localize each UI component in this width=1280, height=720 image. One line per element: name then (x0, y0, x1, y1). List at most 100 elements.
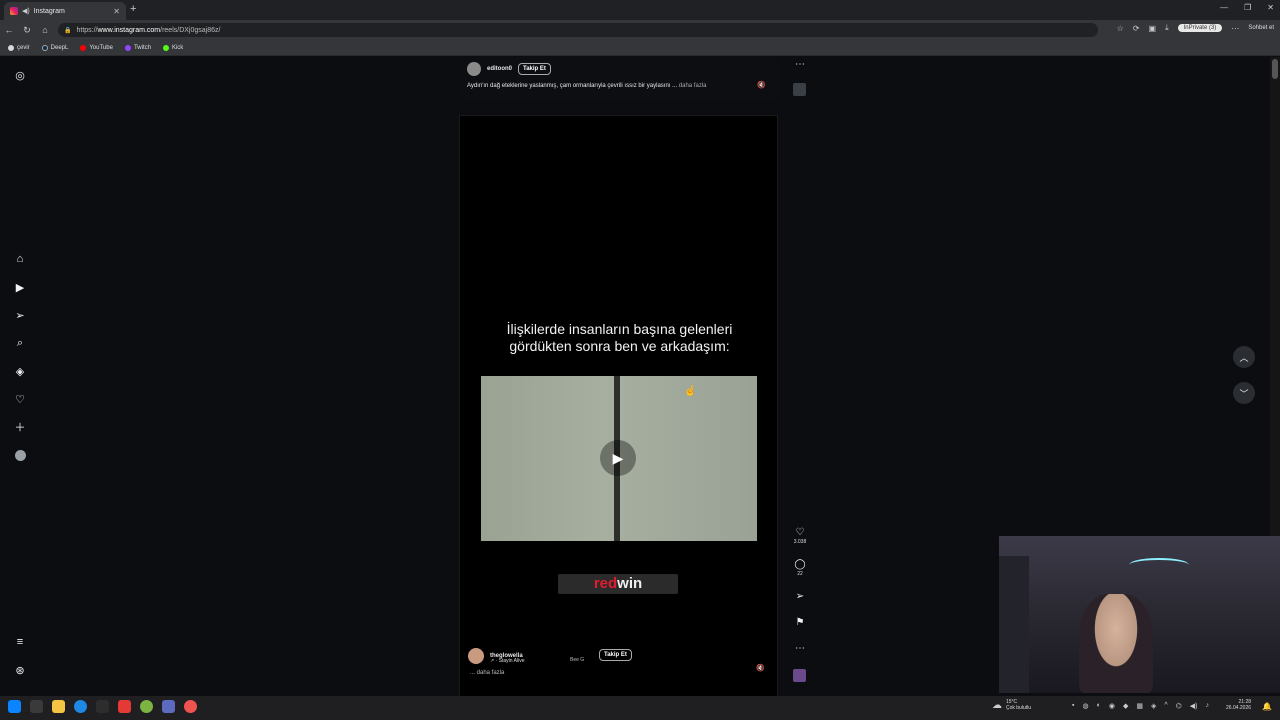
deepl-icon (41, 44, 48, 51)
bookmark-label: DeepL (50, 44, 69, 51)
follow-button[interactable]: Takip Et (599, 649, 632, 661)
overlay-line-2: gördükten sonra ben ve arkadaşım: (509, 338, 730, 354)
url-path: /reels/DXj0gsaj86z/ (160, 26, 221, 34)
chat-button[interactable]: Sohbet et (1248, 25, 1274, 31)
tray-app-icon[interactable]: ◐ (1097, 702, 1101, 710)
scrollbar-thumb[interactable] (1272, 59, 1278, 79)
more-options-icon[interactable]: ⋯ (792, 59, 808, 70)
bookmark-item-2[interactable]: YouTube (80, 44, 113, 51)
tray-app-icon[interactable]: ▦ (1136, 702, 1143, 710)
back-icon[interactable]: ← (0, 25, 18, 35)
tray-app-icon[interactable]: ◆ (1123, 702, 1128, 710)
menu-hamburger-icon[interactable]: ≡ (12, 634, 28, 650)
instagram-logo-icon[interactable]: ◎ (12, 67, 28, 83)
youtube-app-icon[interactable] (118, 700, 131, 713)
volume-icon[interactable]: ◀) (1190, 702, 1198, 710)
speaker-icon[interactable]: ◀) (22, 7, 30, 15)
maximize-icon[interactable]: ❐ (1244, 3, 1251, 12)
youtube-icon (80, 44, 87, 51)
like-button[interactable]: ♡ 3.038 (792, 527, 808, 545)
redwin-logo: redwin (558, 574, 678, 594)
side-nav: ◎ ⌂ ▶ ➢ ⌕ ◈ ♡ ＋ ≡ ⊛ (10, 57, 30, 693)
tray-app-icon[interactable]: ▪ (1072, 702, 1074, 710)
terminal-icon[interactable] (96, 700, 109, 713)
audio-thumbnail[interactable] (792, 83, 808, 96)
file-explorer-icon[interactable] (52, 700, 65, 713)
save-bookmark-icon[interactable]: ⚑ (792, 617, 808, 628)
home-nav-icon[interactable]: ⌂ (12, 251, 28, 267)
reel-username[interactable]: editoon0 (487, 66, 512, 72)
network-icon[interactable]: ⌬ (1176, 702, 1182, 710)
system-tray: ▪ ◍ ◐ ◉ ◆ ▦ ◈ ^ ⌬ ◀) ♪ (1072, 702, 1209, 710)
collections-icon[interactable]: ▣ (1149, 24, 1157, 33)
brand-red-part: red (593, 575, 618, 592)
microphone-icon[interactable]: ♪ (1205, 702, 1209, 710)
tab-instagram[interactable]: ◀) Instagram ✕ (4, 2, 126, 20)
close-window-icon[interactable]: ✕ (1267, 3, 1274, 12)
reel-overlay-text: İlişkilerde insanların başına gelenleri … (460, 321, 779, 355)
threads-icon[interactable]: ⊛ (12, 662, 28, 678)
bookmark-label: YouTube (89, 44, 113, 51)
close-tab-icon[interactable]: ✕ (113, 7, 120, 16)
avatar[interactable] (468, 648, 484, 664)
scroll-up-button[interactable]: ︿ (1233, 346, 1255, 368)
follow-button[interactable]: Takip Et (518, 63, 551, 75)
download-icon[interactable]: ⤓ (1165, 23, 1169, 33)
notifications-heart-icon[interactable]: ♡ (12, 391, 28, 407)
reels-nav-icon[interactable]: ▶ (12, 279, 28, 295)
search-icon[interactable]: ⌕ (12, 335, 28, 351)
explore-compass-icon[interactable]: ◈ (12, 363, 28, 379)
new-tab-button[interactable]: + (130, 3, 136, 15)
tray-app-icon[interactable]: ◉ (1109, 702, 1115, 710)
extension-icon[interactable]: ⟳ (1133, 24, 1140, 33)
app-icon[interactable] (184, 700, 197, 713)
music-label[interactable]: ↗ · Stayin Alive (490, 658, 524, 664)
windows-start-icon[interactable] (8, 700, 21, 713)
bookmark-item-4[interactable]: Kick (162, 44, 183, 51)
mute-icon[interactable]: 🔇 (757, 81, 766, 89)
bookmark-item-3[interactable]: Twitch (124, 44, 151, 51)
app-icon[interactable] (140, 700, 153, 713)
weather-widget[interactable]: ☁ 15°C Çok bulutlu (992, 699, 1031, 711)
system-clock[interactable]: 21:28 26.04.2026 (1226, 699, 1251, 711)
direct-message-icon[interactable]: ➢ (12, 307, 28, 323)
inprivate-badge[interactable]: InPrivate (3) (1177, 24, 1223, 32)
minimize-icon[interactable]: — (1220, 3, 1228, 12)
tray-app-icon[interactable]: ◈ (1151, 702, 1156, 710)
home-icon[interactable]: ⌂ (36, 25, 54, 35)
url-host: www.instagram.com (97, 26, 161, 34)
brand-white-part: win (617, 575, 643, 592)
more-options-icon[interactable]: ⋯ (792, 643, 808, 654)
app-icon[interactable] (162, 700, 175, 713)
audio-thumbnail[interactable] (792, 669, 808, 682)
play-icon[interactable]: ▶ (600, 440, 636, 476)
chevron-up-icon[interactable]: ^ (1164, 702, 1167, 710)
favorite-star-icon[interactable]: ☆ (1117, 24, 1124, 33)
cloud-icon: ☁ (992, 699, 1002, 711)
overlay-line-1: İlişkilerde insanların başına gelenleri (506, 321, 733, 337)
edge-browser-icon[interactable] (74, 700, 87, 713)
share-icon[interactable]: ➢ (792, 591, 808, 602)
task-view-icon[interactable] (30, 700, 43, 713)
more-link[interactable]: ... daha fazla (470, 670, 504, 676)
profile-avatar[interactable] (12, 447, 28, 463)
create-plus-icon[interactable]: ＋ (12, 419, 28, 435)
scroll-down-button[interactable]: ﹀ (1233, 382, 1255, 404)
reel-video-frame[interactable]: ▶ ☝ (481, 376, 757, 541)
url-field[interactable]: 🔒 https://www.instagram.com/reels/DXj0gs… (58, 23, 1098, 37)
clock-date: 26.04.2026 (1226, 705, 1252, 711)
comment-button[interactable]: ◯ 22 (792, 559, 808, 577)
mute-icon[interactable]: 🔇 (756, 664, 765, 672)
notification-bell-icon[interactable]: 🔔 (1262, 702, 1272, 711)
bookmark-item-0[interactable]: çevir (8, 44, 30, 51)
more-menu-icon[interactable]: ⋯ (1231, 24, 1239, 33)
kick-icon (162, 44, 169, 51)
tray-app-icon[interactable]: ◍ (1082, 702, 1088, 710)
more-link[interactable]: daha fazla (679, 83, 707, 89)
avatar[interactable] (467, 62, 481, 76)
refresh-icon[interactable]: ↻ (18, 25, 36, 36)
bookmarks-bar: çevir DeepL YouTube Twitch Kick (0, 40, 1280, 56)
bookmark-item-1[interactable]: DeepL (41, 44, 69, 51)
bookmark-icon (8, 44, 14, 51)
reel-video-card[interactable]: İlişkilerde insanların başına gelenleri … (459, 115, 778, 720)
